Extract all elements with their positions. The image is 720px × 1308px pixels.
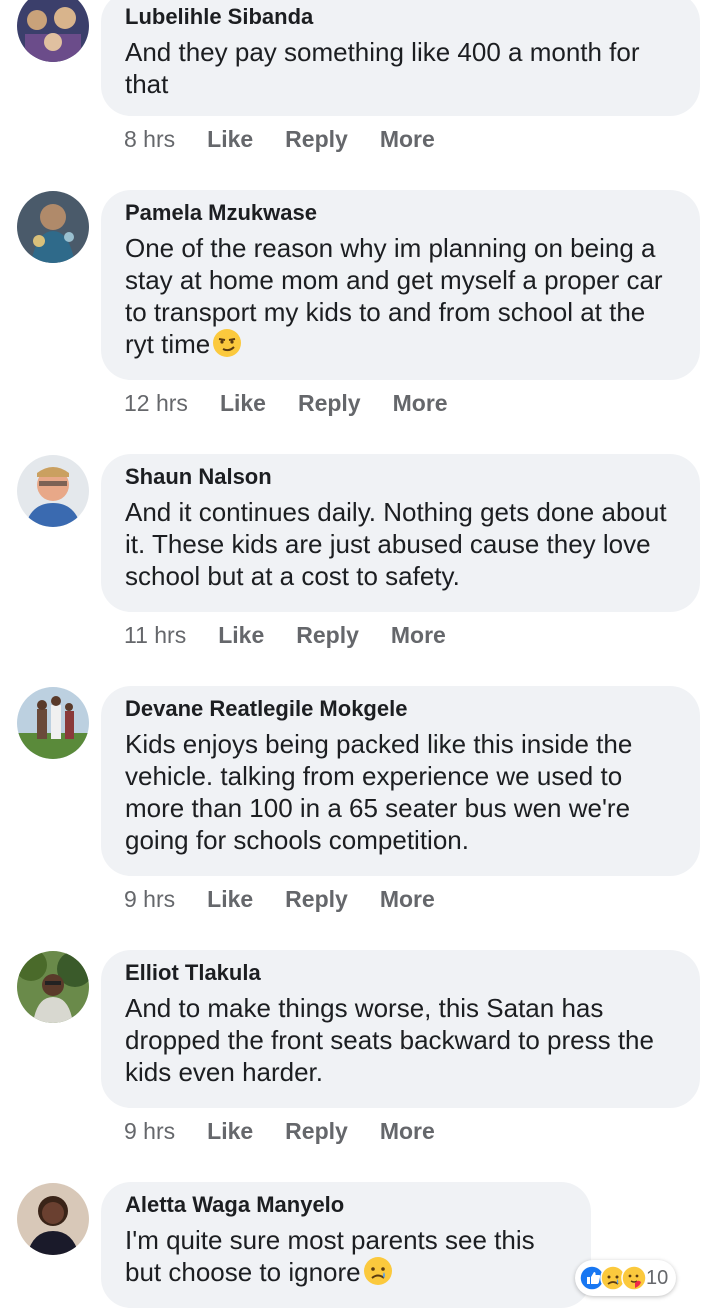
comment-actions: 8 hrs Like Reply More bbox=[124, 124, 467, 154]
comment-time[interactable]: 8 hrs bbox=[124, 126, 175, 153]
avatar[interactable] bbox=[17, 0, 89, 62]
comment-bubble: Shaun Nalson And it continues daily. Not… bbox=[101, 454, 700, 612]
comment-bubble: Aletta Waga Manyelo I'm quite sure most … bbox=[101, 1182, 591, 1308]
reply-button[interactable]: Reply bbox=[296, 622, 359, 649]
comment-author[interactable]: Shaun Nalson bbox=[125, 463, 676, 491]
comment-text: And it continues daily. Nothing gets don… bbox=[125, 497, 667, 591]
like-button[interactable]: Like bbox=[218, 622, 264, 649]
more-button[interactable]: More bbox=[380, 126, 435, 153]
comment-author[interactable]: Pamela Mzukwase bbox=[125, 199, 676, 227]
comment-author[interactable]: Lubelihle Sibanda bbox=[125, 3, 676, 31]
comment-actions: 9 hrs Like Reply More bbox=[124, 1116, 467, 1146]
comment-text: I'm quite sure most parents see this but… bbox=[125, 1224, 567, 1293]
comment-time[interactable]: 9 hrs bbox=[124, 886, 175, 913]
more-button[interactable]: More bbox=[393, 390, 448, 417]
comment-actions: 12 hrs Like Reply More bbox=[124, 388, 480, 418]
avatar[interactable] bbox=[17, 951, 89, 1023]
comment-text-body: I'm quite sure most parents see this but… bbox=[125, 1225, 535, 1287]
comment-author[interactable]: Devane Reatlegile Mokgele bbox=[125, 695, 676, 723]
comment-text: Kids enjoys being packed like this insid… bbox=[125, 729, 633, 855]
smirk-emoji-icon bbox=[212, 328, 242, 365]
reply-button[interactable]: Reply bbox=[285, 886, 348, 913]
avatar[interactable] bbox=[17, 1183, 89, 1255]
sad-emoji-icon bbox=[363, 1256, 393, 1293]
reply-button[interactable]: Reply bbox=[285, 1118, 348, 1145]
avatar[interactable] bbox=[17, 191, 89, 263]
comment-actions: 9 hrs Like Reply More bbox=[124, 884, 467, 914]
reaction-count: 10 bbox=[646, 1266, 669, 1289]
comment-bubble: Pamela Mzukwase One of the reason why im… bbox=[101, 190, 700, 380]
more-button[interactable]: More bbox=[380, 1118, 435, 1145]
more-button[interactable]: More bbox=[380, 886, 435, 913]
comment-text: One of the reason why im planning on bei… bbox=[125, 232, 676, 365]
reply-button[interactable]: Reply bbox=[285, 126, 348, 153]
reaction-summary[interactable]: 10 bbox=[575, 1260, 677, 1296]
more-button[interactable]: More bbox=[391, 622, 446, 649]
comment-time[interactable]: 11 hrs bbox=[124, 622, 186, 649]
comment-actions: 11 hrs Like Reply More bbox=[124, 620, 478, 650]
comment-author[interactable]: Aletta Waga Manyelo bbox=[125, 1191, 567, 1219]
comment-time[interactable]: 9 hrs bbox=[124, 1118, 175, 1145]
care-reaction-icon bbox=[621, 1265, 647, 1291]
comment-author[interactable]: Elliot Tlakula bbox=[125, 959, 676, 987]
comment-text: And to make things worse, this Satan has… bbox=[125, 993, 654, 1087]
reply-button[interactable]: Reply bbox=[298, 390, 361, 417]
like-button[interactable]: Like bbox=[207, 1118, 253, 1145]
like-button[interactable]: Like bbox=[207, 126, 253, 153]
comment-text: And they pay something like 400 a month … bbox=[125, 37, 640, 99]
comment-bubble: Lubelihle Sibanda And they pay something… bbox=[101, 0, 700, 116]
like-button[interactable]: Like bbox=[207, 886, 253, 913]
comment-bubble: Elliot Tlakula And to make things worse,… bbox=[101, 950, 700, 1108]
comment-text-body: One of the reason why im planning on bei… bbox=[125, 233, 663, 359]
comment-time[interactable]: 12 hrs bbox=[124, 390, 188, 417]
avatar[interactable] bbox=[17, 455, 89, 527]
like-button[interactable]: Like bbox=[220, 390, 266, 417]
comment-bubble: Devane Reatlegile Mokgele Kids enjoys be… bbox=[101, 686, 700, 876]
avatar[interactable] bbox=[17, 687, 89, 759]
